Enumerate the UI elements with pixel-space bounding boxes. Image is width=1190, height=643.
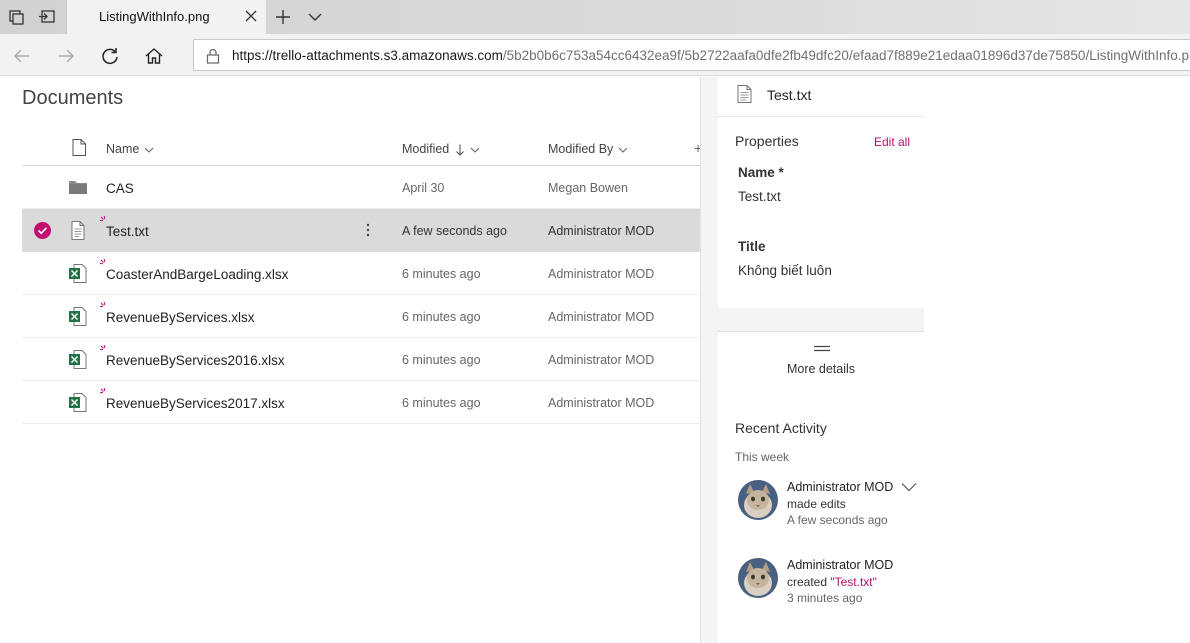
new-item-icon (100, 216, 106, 222)
text-file-icon (71, 221, 85, 240)
new-item-icon (100, 259, 106, 265)
pane-divider[interactable] (700, 77, 718, 643)
activity-time: A few seconds ago (787, 513, 888, 527)
activity-user[interactable]: Administrator MOD (787, 480, 893, 494)
activity-file-link[interactable]: "Test.txt" (830, 575, 877, 589)
avatar (738, 480, 778, 520)
row-modified-by: Administrator MOD (548, 224, 655, 238)
activity-verb: created (787, 575, 831, 589)
browser-tab[interactable]: ListingWithInfo.png (66, 0, 266, 34)
activity-time: 3 minutes ago (787, 591, 863, 605)
properties-heading: Properties (735, 133, 799, 149)
back-icon[interactable] (12, 46, 32, 66)
folder-icon (69, 181, 87, 194)
tab-actions-icon[interactable] (8, 8, 26, 26)
new-item-icon (100, 345, 106, 351)
activity-period-label: This week (735, 450, 790, 464)
page-title: Documents (22, 87, 124, 109)
column-header-modified-by[interactable]: Modified By (548, 142, 628, 156)
table-row[interactable]: RevenueByServices2017.xlsx 6 minutes ago… (22, 381, 700, 424)
table-row-selected[interactable]: Test.txt A few seconds ago Administrator… (22, 209, 700, 252)
url-text: https://trello-attachments.s3.amazonaws.… (232, 48, 1190, 63)
excel-file-icon (69, 307, 87, 326)
title-field-value[interactable]: Không biết luôn (738, 263, 832, 278)
column-header-name[interactable]: Name (106, 142, 154, 156)
expand-handle-icon[interactable] (814, 345, 830, 352)
forward-icon[interactable] (56, 46, 76, 66)
browser-tab-bar: ListingWithInfo.png (0, 0, 1190, 34)
url-field[interactable]: https://trello-attachments.s3.amazonaws.… (193, 39, 1190, 71)
excel-file-icon (69, 264, 87, 283)
title-field-label: Title (738, 239, 766, 254)
table-row[interactable]: RevenueByServices2016.xlsx 6 minutes ago… (22, 338, 700, 381)
row-modified: 6 minutes ago (402, 396, 481, 410)
row-modified-by: Administrator MOD (548, 396, 655, 410)
name-field-label: Name * (738, 165, 784, 180)
row-modified: A few seconds ago (402, 224, 507, 238)
more-actions-icon[interactable] (365, 222, 371, 238)
new-tab-icon[interactable] (274, 8, 292, 26)
activity-action: created "Test.txt" (787, 575, 877, 589)
column-modified-label: Modified (402, 142, 450, 156)
row-name[interactable]: RevenueByServices.xlsx (106, 310, 255, 325)
table-row[interactable]: RevenueByServices.xlsx 6 minutes ago Adm… (22, 295, 700, 338)
chevron-down-icon (618, 147, 628, 153)
chevron-down-icon[interactable] (901, 482, 917, 492)
row-name[interactable]: CoasterAndBargeLoading.xlsx (106, 267, 288, 282)
activity-action: made edits (787, 497, 846, 511)
chevron-down-icon[interactable] (306, 8, 324, 26)
row-name[interactable]: RevenueByServices2017.xlsx (106, 396, 285, 411)
refresh-icon[interactable] (100, 46, 120, 66)
checkmark-icon[interactable] (34, 222, 51, 239)
details-pane: Test.txt Properties Edit all Name * Test… (718, 77, 924, 643)
text-file-icon (737, 85, 752, 103)
table-row[interactable]: CAS April 30 Megan Bowen (22, 166, 700, 209)
url-path: /5b2b0b6c753a54cc6432ea9f/5b2722aafa0dfe… (502, 48, 1190, 63)
row-modified-by: Administrator MOD (548, 267, 655, 281)
row-name[interactable]: CAS (106, 181, 134, 196)
divider (718, 116, 924, 117)
row-modified: 6 minutes ago (402, 267, 481, 281)
tab-title: ListingWithInfo.png (99, 9, 210, 24)
edit-all-link[interactable]: Edit all (874, 135, 910, 149)
column-header-modified[interactable]: Modified (402, 142, 480, 156)
row-modified-by: Administrator MOD (548, 310, 655, 324)
column-name-label: Name (106, 142, 140, 156)
close-icon[interactable] (244, 9, 258, 23)
row-modified: 6 minutes ago (402, 310, 481, 324)
row-name[interactable]: RevenueByServices2016.xlsx (106, 353, 285, 368)
more-details-button[interactable]: More details (718, 362, 924, 376)
new-item-icon (100, 302, 106, 308)
excel-file-icon (69, 393, 87, 412)
row-modified-by: Administrator MOD (548, 353, 655, 367)
file-list: Name Modified Modified By + CAS April 30… (22, 129, 702, 424)
name-field-value[interactable]: Test.txt (738, 189, 781, 204)
list-header: Name Modified Modified By + (22, 129, 702, 166)
home-icon[interactable] (144, 46, 164, 66)
details-file-name: Test.txt (767, 87, 812, 103)
lock-icon (206, 48, 220, 64)
url-host: https://trello-attachments.s3.amazonaws.… (232, 48, 503, 63)
row-modified: April 30 (402, 181, 445, 195)
recent-activity-heading: Recent Activity (735, 420, 827, 436)
column-modified-by-label: Modified By (548, 142, 614, 156)
browser-address-bar: https://trello-attachments.s3.amazonaws.… (0, 34, 1190, 76)
set-tabs-aside-icon[interactable] (38, 8, 56, 26)
row-name[interactable]: Test.txt (106, 224, 149, 239)
file-type-icon[interactable] (72, 139, 86, 156)
chevron-down-icon (470, 147, 480, 153)
excel-file-icon (69, 350, 87, 369)
chevron-down-icon (144, 147, 154, 153)
document-library: Documents Name Modified Modified By + CA… (0, 77, 1190, 643)
row-modified-by: Megan Bowen (548, 181, 628, 195)
section-separator (718, 308, 924, 332)
sort-descending-icon (456, 144, 465, 156)
table-row[interactable]: CoasterAndBargeLoading.xlsx 6 minutes ag… (22, 252, 700, 295)
activity-user[interactable]: Administrator MOD (787, 558, 893, 572)
row-modified: 6 minutes ago (402, 353, 481, 367)
avatar (738, 558, 778, 598)
new-item-icon (100, 388, 106, 394)
